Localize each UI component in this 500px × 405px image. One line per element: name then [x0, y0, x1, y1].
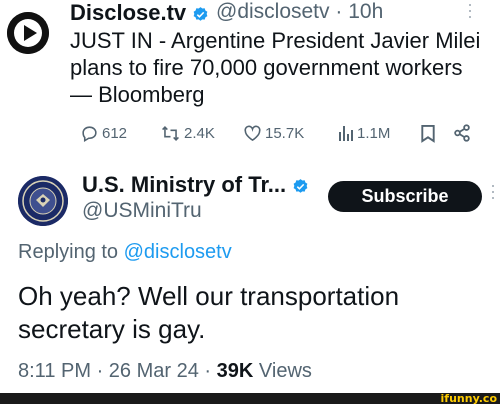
reply-icon: [82, 126, 97, 143]
tweet-text-line: plans to fire 70,000 government workers: [70, 55, 463, 80]
bookmark-icon: [421, 124, 435, 143]
seal-icon: [18, 176, 68, 226]
tweet-timestamp: 8:11 PM · 26 Mar 24 · 39K Views: [18, 360, 312, 383]
tweet-time[interactable]: 10h: [348, 0, 383, 23]
author-name-text[interactable]: U.S. Ministry of Tr...: [82, 172, 286, 197]
tweet-text: Oh yeah? Well our transportation secreta…: [18, 280, 488, 346]
reply-button[interactable]: 612: [80, 124, 127, 143]
tweet-text-line: JUST IN - Argentine President Javier Mil…: [70, 28, 481, 53]
tweet-actions: 612 2.4K 15.7K 1.1M: [80, 124, 480, 146]
share-icon: [454, 124, 470, 142]
views-count: 1.1M: [357, 124, 391, 142]
meta-separator: ·: [335, 0, 343, 23]
replying-to-handle[interactable]: @disclosetv: [124, 241, 232, 263]
replying-to: Replying to @disclosetv: [18, 241, 232, 264]
share-button[interactable]: [453, 124, 471, 142]
views-button[interactable]: 1.1M: [338, 124, 390, 142]
watermark-bar: [0, 393, 500, 404]
heart-icon: [244, 125, 261, 142]
tweet-text-line: secretary is gay.: [18, 314, 206, 344]
views-chart-icon: [339, 126, 353, 141]
like-count: 15.7K: [265, 124, 305, 142]
like-button[interactable]: 15.7K: [243, 124, 304, 142]
timestamp-date[interactable]: 26 Mar 24: [109, 360, 199, 382]
verified-badge-icon: [293, 178, 308, 193]
timestamp-separator: ·: [204, 360, 212, 382]
timestamp-separator: ·: [96, 360, 104, 382]
retweet-icon: [162, 126, 179, 141]
retweet-count: 2.4K: [184, 125, 215, 142]
avatar-disclosetv[interactable]: [7, 12, 49, 54]
more-options-icon[interactable]: [490, 185, 496, 203]
replying-to-label: Replying to: [18, 241, 119, 263]
author-handle[interactable]: @USMiniTru: [82, 199, 202, 223]
play-logo-icon: [7, 12, 49, 54]
tweet-text: JUST IN - Argentine President Javier Mil…: [70, 27, 498, 108]
ifunny-watermark: ifunny.co: [440, 392, 497, 405]
reply-count: 612: [102, 125, 128, 142]
author-name-text[interactable]: Disclose.tv: [70, 0, 186, 25]
retweet-button[interactable]: 2.4K: [160, 124, 215, 143]
subscribe-button[interactable]: Subscribe: [328, 181, 482, 212]
timestamp-time[interactable]: 8:11 PM: [18, 360, 91, 382]
bookmark-button[interactable]: [420, 124, 436, 143]
avatar-ministry[interactable]: [18, 176, 68, 226]
more-options-icon[interactable]: [467, 4, 473, 22]
views-label: Views: [258, 360, 312, 382]
tweet-meta: @disclosetv · 10h: [216, 0, 383, 24]
tweet-text-line: Oh yeah? Well our transportation: [18, 281, 400, 311]
verified-badge-icon: [193, 6, 208, 21]
author-handle[interactable]: @disclosetv: [216, 0, 330, 23]
tweet-text-line: — Bloomberg: [70, 82, 205, 107]
views-total[interactable]: 39K: [217, 360, 254, 382]
author-name[interactable]: U.S. Ministry of Tr...: [82, 172, 309, 198]
author-name[interactable]: Disclose.tv: [70, 0, 209, 26]
